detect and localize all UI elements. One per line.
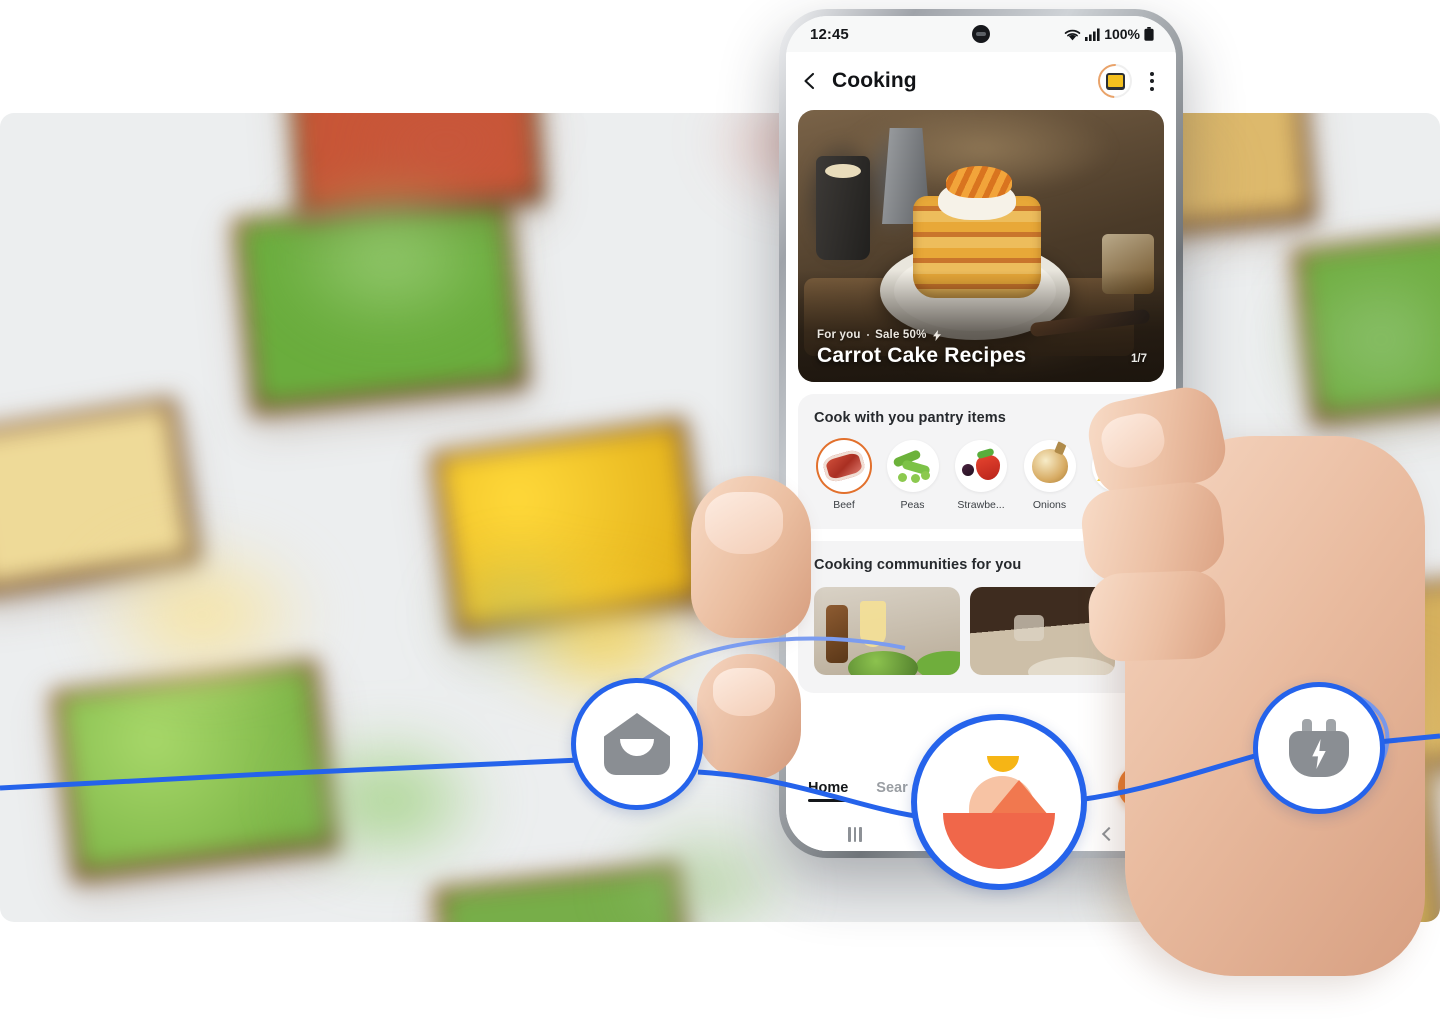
pantry-item-label: Beef <box>833 499 855 511</box>
chevron-right-icon[interactable] <box>1133 411 1146 425</box>
status-icons: 100% <box>1064 26 1154 42</box>
oven-status-icon[interactable] <box>1098 64 1132 98</box>
tab-search[interactable]: Sear <box>876 780 907 802</box>
eyebrow-separator-dot <box>866 333 870 337</box>
back-arrow-icon[interactable] <box>800 71 820 91</box>
community-thumbnail[interactable] <box>1125 587 1148 675</box>
tab-home[interactable]: Home <box>808 780 849 802</box>
hero-recipe-banner[interactable]: For you Sale 50% Carrot Cake Recipes 1/7 <box>798 110 1164 382</box>
pantry-card[interactable]: Cook with you pantry items Beef Peas Str… <box>798 394 1164 529</box>
smartthings-home-badge[interactable] <box>571 678 703 810</box>
wifi-icon <box>1064 29 1081 40</box>
beef-icon <box>818 440 870 492</box>
chevron-right-icon[interactable] <box>1133 558 1146 572</box>
status-bar: 12:45 100% <box>786 16 1176 52</box>
pantry-item-beef[interactable]: Beef <box>814 440 874 511</box>
hero-eyebrow-left: For you <box>817 329 861 341</box>
battery-icon <box>1144 27 1154 41</box>
strawberry-icon <box>955 440 1007 492</box>
community-thumbnail-list <box>814 587 1148 675</box>
pantry-item-onions[interactable]: Onions <box>1020 440 1080 511</box>
food-badge[interactable] <box>911 714 1087 890</box>
app-bar: Cooking <box>786 52 1176 110</box>
status-time: 12:45 <box>810 25 849 43</box>
home-icon <box>604 713 670 775</box>
battery-percentage: 100% <box>1104 26 1140 42</box>
pantry-item-cheese[interactable]: Cheese <box>1088 440 1148 511</box>
pantry-item-label: Cheese <box>1099 499 1137 511</box>
pantry-item-label: Strawbe... <box>957 499 1005 511</box>
hero-pagination: 1/7 <box>1131 353 1147 365</box>
hero-eyebrow-right: Sale 50% <box>875 329 927 341</box>
oven-glyph <box>1105 72 1125 90</box>
lightning-icon <box>932 329 941 341</box>
community-thumbnail[interactable] <box>969 587 1116 675</box>
background-food-crates-photo <box>0 113 1440 922</box>
pantry-item-label: Onions <box>1032 499 1067 511</box>
more-options-icon[interactable] <box>1144 71 1160 91</box>
pantry-card-title: Cook with you pantry items <box>814 410 1006 426</box>
page-title: Cooking <box>832 69 917 92</box>
screenshot-root: 12:45 100% Cooking For you Sale 50% Carr… <box>0 0 1440 1035</box>
energy-plug-icon <box>1286 719 1352 777</box>
energy-badge[interactable] <box>1253 682 1385 814</box>
pantry-card-header[interactable]: Cook with you pantry items <box>814 410 1148 426</box>
peas-icon <box>886 440 939 492</box>
food-bowl-icon <box>943 756 1055 869</box>
onion-icon <box>1023 440 1076 492</box>
communities-card-header[interactable]: Cooking communities for you <box>814 557 1148 573</box>
community-thumbnail[interactable] <box>814 587 960 675</box>
pantry-item-strawberry[interactable]: Strawbe... <box>951 440 1011 511</box>
front-camera-punch-hole <box>972 25 990 43</box>
signal-icon <box>1085 28 1100 41</box>
communities-card[interactable]: Cooking communities for you <box>798 541 1164 693</box>
pantry-item-list: Beef Peas Strawbe... Onions Cheese <box>814 440 1148 511</box>
communities-card-title: Cooking communities for you <box>814 557 1022 573</box>
pantry-item-label: Peas <box>900 499 925 511</box>
shopping-cart-icon[interactable] <box>1118 765 1162 809</box>
pantry-item-peas[interactable]: Peas <box>883 440 943 511</box>
hero-title: Carrot Cake Recipes <box>817 344 1027 367</box>
hero-text-block: For you Sale 50% Carrot Cake Recipes <box>817 329 1104 368</box>
carrot-curls <box>946 166 1012 198</box>
coffee-mug <box>816 156 870 260</box>
recents-icon[interactable] <box>848 826 862 842</box>
cheese-icon <box>1092 440 1144 492</box>
system-back-icon[interactable] <box>1101 826 1117 842</box>
hero-eyebrow: For you Sale 50% <box>817 329 1104 341</box>
